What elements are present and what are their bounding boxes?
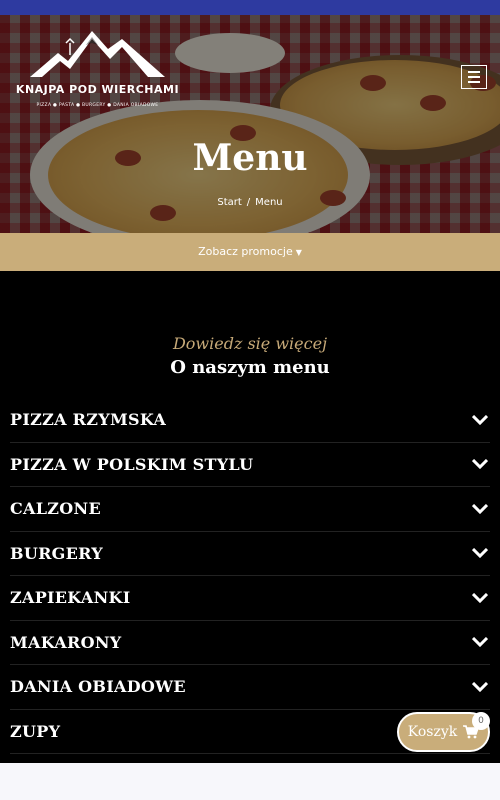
category-item[interactable]: CALZONE <box>10 487 490 532</box>
category-label: DANIA OBIADOWE <box>10 677 186 697</box>
breadcrumb-separator: / <box>246 197 251 208</box>
chevron-down-icon <box>472 637 488 648</box>
category-item[interactable]: PIZZA RZYMSKA <box>10 398 490 443</box>
caret-down-icon: ▼ <box>295 248 302 257</box>
chevron-down-icon <box>472 459 488 470</box>
promotions-dropdown-toggle[interactable]: Zobacz promocje ▼ <box>0 233 500 271</box>
category-accordion: PIZZA RZYMSKA PIZZA W POLSKIM STYLU CALZ… <box>10 398 490 754</box>
category-label: MAKARONY <box>10 632 122 652</box>
chevron-down-icon <box>472 503 488 514</box>
hamburger-menu-button[interactable] <box>461 65 487 89</box>
category-item[interactable]: DANIA OBIADOWE <box>10 665 490 710</box>
breadcrumb: Start / Menu <box>0 197 500 208</box>
brand-name: KNAJPA POD WIERCHAMI <box>15 83 180 96</box>
chevron-down-icon <box>472 414 488 425</box>
category-label: CALZONE <box>10 499 101 519</box>
cart-label: Koszyk <box>407 724 458 740</box>
site-logo[interactable]: KNAJPA POD WIERCHAMI PIZZA ● PASTA ● BUR… <box>10 25 185 115</box>
chevron-down-icon <box>472 548 488 559</box>
category-label: PIZZA RZYMSKA <box>10 410 167 430</box>
hamburger-line <box>468 81 480 83</box>
category-item[interactable]: MAKARONY <box>10 621 490 665</box>
category-label: BURGERY <box>10 543 103 563</box>
category-label: ZAPIEKANKI <box>10 588 131 608</box>
category-label: PIZZA W POLSKIM STYLU <box>10 454 254 474</box>
menu-section: Dowiedz się więcej O naszym menu PIZZA R… <box>0 271 500 763</box>
hamburger-line <box>468 71 480 73</box>
brand-tagline: PIZZA ● PASTA ● BURGERY ● DANIA OBIADOWE <box>36 103 159 108</box>
section-subtitle: Dowiedz się więcej <box>172 334 328 353</box>
mountain-logo-icon <box>30 31 165 77</box>
page-footer-area <box>0 763 500 800</box>
category-item[interactable]: PIZZA W POLSKIM STYLU <box>10 443 490 487</box>
cart-count-badge: 0 <box>472 712 490 730</box>
chevron-down-icon <box>472 681 488 692</box>
hero-banner: KNAJPA POD WIERCHAMI PIZZA ● PASTA ● BUR… <box>0 15 500 233</box>
category-label: ZUPY <box>10 721 61 741</box>
breadcrumb-current: Menu <box>255 197 283 208</box>
category-item[interactable]: BURGERY <box>10 532 490 576</box>
hamburger-line <box>468 76 480 78</box>
promotions-label: Zobacz promocje <box>198 245 293 258</box>
chevron-down-icon <box>472 592 488 603</box>
page-title: Menu <box>192 137 308 179</box>
section-title: O naszym menu <box>170 357 330 378</box>
top-color-bar <box>0 0 500 15</box>
category-item[interactable]: ZAPIEKANKI <box>10 576 490 621</box>
breadcrumb-home-link[interactable]: Start <box>217 197 241 208</box>
